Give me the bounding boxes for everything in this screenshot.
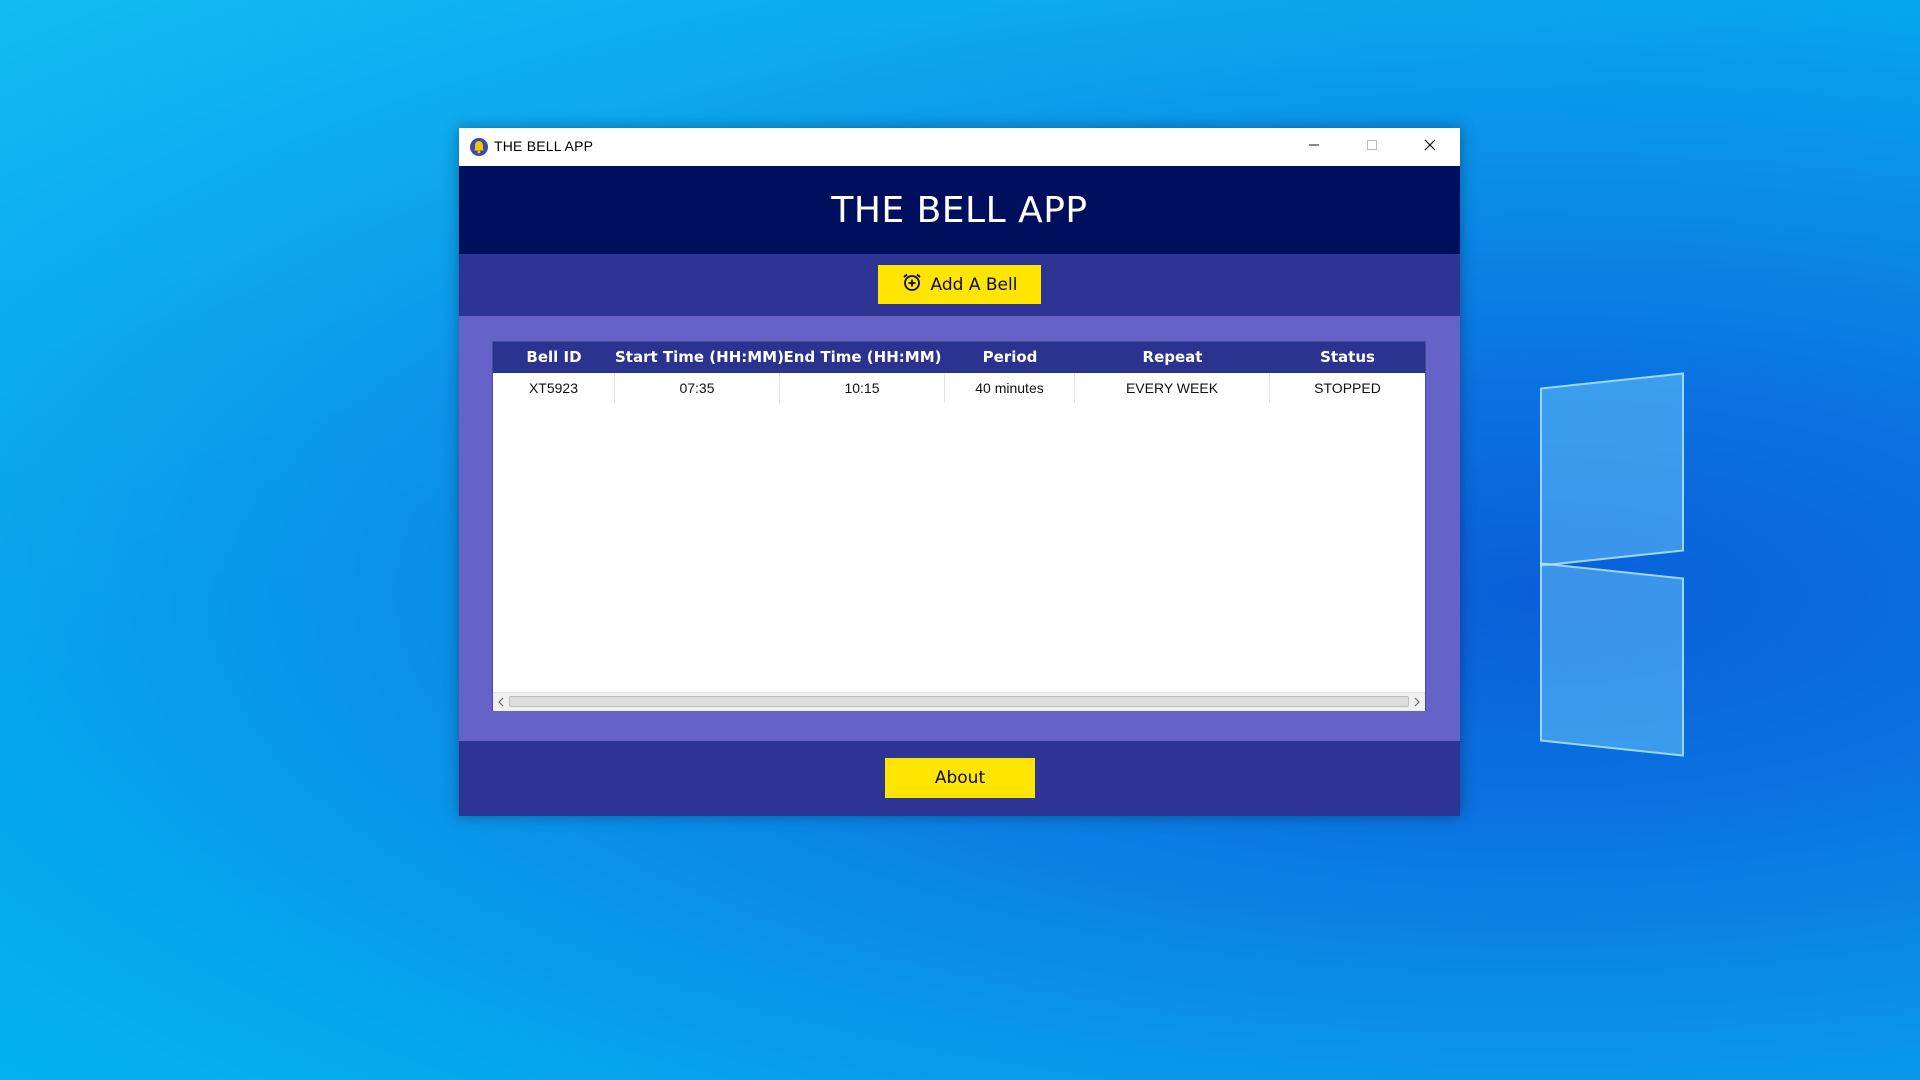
scroll-thumb[interactable] [509,696,1409,707]
scroll-left-icon[interactable] [493,693,509,711]
window-title: THE BELL APP [494,138,594,154]
about-button[interactable]: About [885,758,1035,798]
maximize-button[interactable] [1343,128,1401,166]
table-row[interactable]: XT5923 07:35 10:15 40 minutes EVERY WEEK… [493,373,1425,403]
close-button[interactable] [1401,128,1459,166]
title-bar[interactable]: THE BELL APP [459,128,1460,166]
cell-bell-id: XT5923 [493,373,615,403]
app-header: THE BELL APP [459,166,1460,254]
cell-status: STOPPED [1314,380,1381,396]
scroll-right-icon[interactable] [1409,693,1425,711]
column-header-end-time[interactable]: End Time (HH:MM) [780,342,945,373]
app-window: THE BELL APP THE BELL APP Add A Bell Bel… [459,128,1460,816]
column-header-bell-id[interactable]: Bell ID [493,342,615,373]
add-bell-label: Add A Bell [930,274,1018,295]
minimize-button[interactable] [1285,128,1343,166]
column-header-repeat[interactable]: Repeat [1075,342,1270,373]
close-icon [1424,138,1436,156]
cell-period: 40 minutes [945,373,1075,403]
windows-logo [1460,372,1760,757]
bells-table[interactable]: Bell ID Start Time (HH:MM) End Time (HH:… [492,341,1426,711]
cell-start-time: 07:35 [615,373,780,403]
maximize-icon [1366,138,1378,156]
cell-end-time: 10:15 [780,373,945,403]
table-header: Bell ID Start Time (HH:MM) End Time (HH:… [493,342,1425,373]
bell-app-icon [469,137,489,157]
add-bell-button[interactable]: Add A Bell [878,265,1041,304]
column-header-start-time[interactable]: Start Time (HH:MM) [615,342,784,373]
minimize-icon [1308,138,1320,156]
column-header-status[interactable]: Status [1270,342,1425,373]
app-title: THE BELL APP [831,189,1088,231]
alarm-add-icon [902,272,922,297]
column-header-period[interactable]: Period [945,342,1075,373]
horizontal-scrollbar[interactable] [493,692,1425,711]
cell-repeat: EVERY WEEK [1075,373,1270,403]
